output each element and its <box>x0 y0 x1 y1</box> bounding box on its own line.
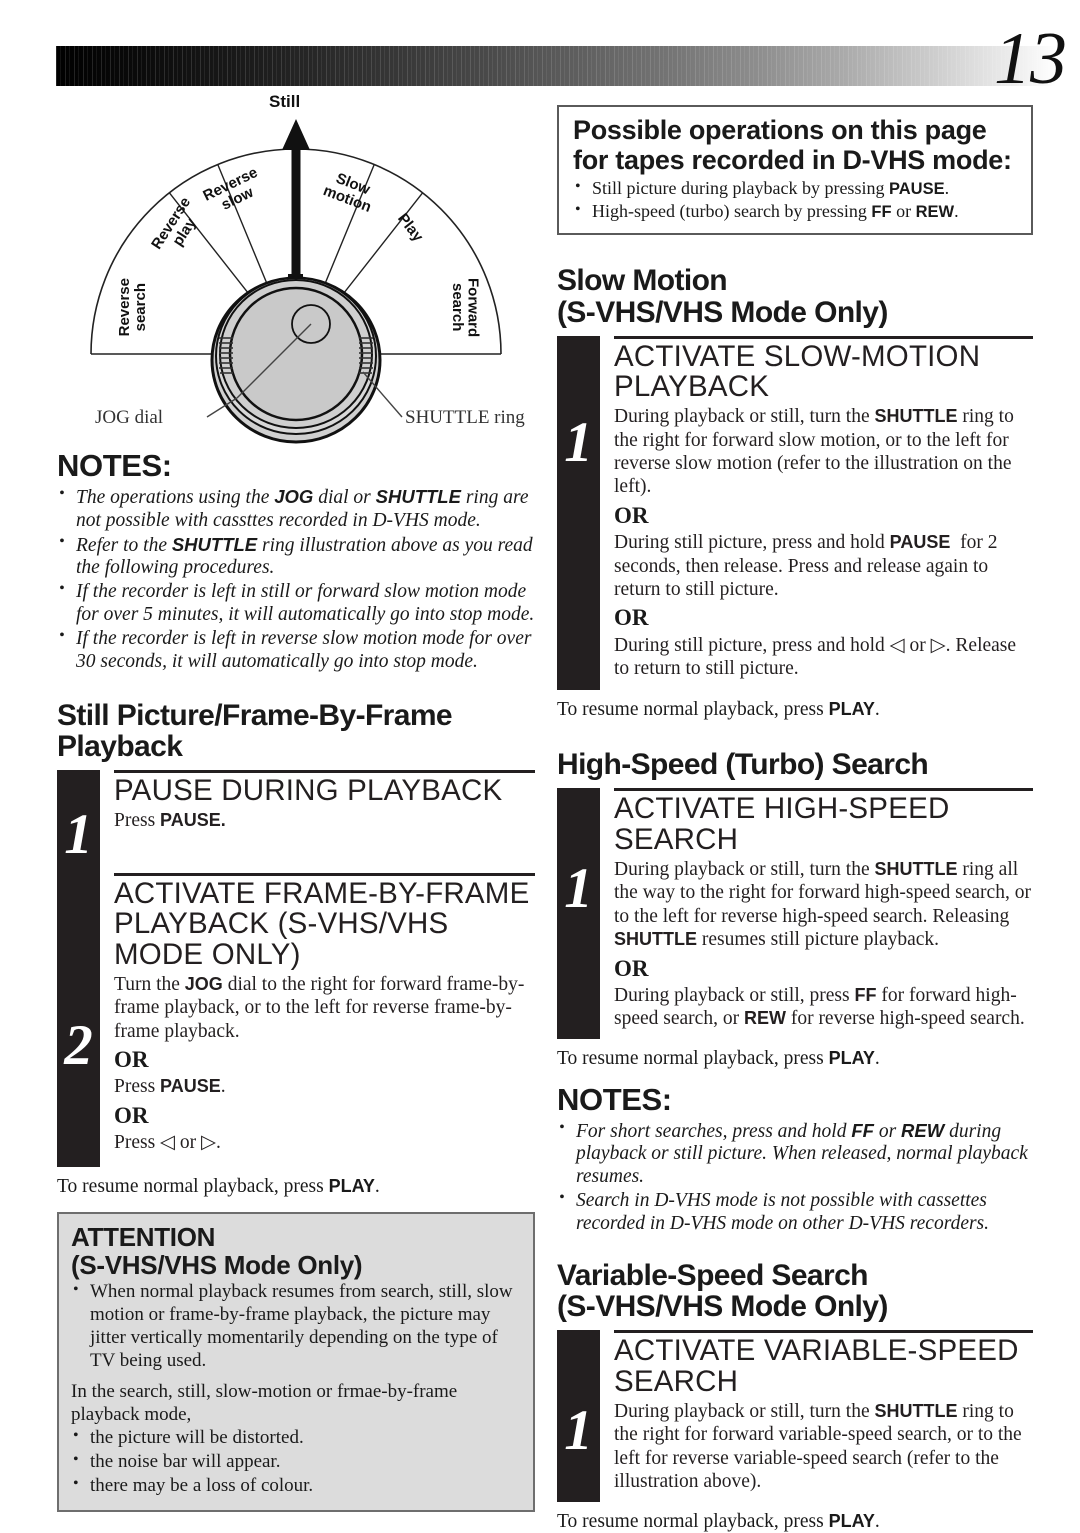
resume-note: To resume normal playback, press PLAY. <box>557 1047 880 1069</box>
step-title: PAUSE DURING PLAYBACK <box>114 770 535 806</box>
section-heading-high-speed: High-Speed (Turbo) Search <box>557 748 929 782</box>
list-item: Refer to the SHUTTLE ring illustration a… <box>57 533 535 581</box>
notes-left-list: The operations using the JOG dial or SHU… <box>57 485 535 674</box>
variable-speed-steps: 1 ACTIVATE VARIABLE-SPEED SEARCH During … <box>557 1330 1033 1502</box>
step-2: ACTIVATE FRAME-BY-FRAME PLAYBACK (S-VHS/… <box>114 872 535 1167</box>
step-body: Press PAUSE. <box>114 810 226 832</box>
left-column: Still Reverse search Reverse play Reverse… <box>57 92 535 1513</box>
step-number: 1 <box>64 803 93 867</box>
step-1: ACTIVATE HIGH-SPEED SEARCH During playba… <box>614 788 1033 1038</box>
or-label: OR <box>114 1047 149 1073</box>
callout-shuttle-ring: SHUTTLE ring <box>405 407 525 428</box>
or-label: OR <box>114 1102 149 1128</box>
section-heading-variable-speed-line1: Variable-Speed Search <box>557 1258 869 1292</box>
or-body: During still picture, press and hold ◁ o… <box>614 634 1017 680</box>
or-body: Press ◁ or ▷. <box>114 1132 221 1154</box>
still-picture-steps: 1 2 PAUSE DURING PLAYBACK Press PAUSE. A… <box>57 770 535 1167</box>
list-item: For short searches, press and hold FF or… <box>557 1119 1033 1189</box>
page-number: 13 <box>994 18 1067 100</box>
callout-jog-dial: JOG dial <box>95 407 164 428</box>
list-item: the noise bar will appear. <box>71 1450 521 1474</box>
resume-note: To resume normal playback, press PLAY. <box>57 1175 380 1197</box>
step-body: Turn the JOG dial to the right for forwa… <box>114 973 525 1042</box>
list-item: the picture will be distorted. <box>71 1426 521 1450</box>
step-number: 1 <box>564 1399 593 1463</box>
attention-box: ATTENTION (S-VHS/VHS Mode Only) When nor… <box>57 1211 535 1513</box>
notes-right-heading: NOTES: <box>557 1081 672 1117</box>
list-item: If the recorder is left in still or forw… <box>57 580 535 627</box>
attention-bullet-list-1: When normal playback resumes from search… <box>71 1280 521 1372</box>
or-body: During playback or still, press FF for f… <box>614 984 1025 1030</box>
list-item: When normal playback resumes from search… <box>71 1280 521 1372</box>
possible-operations-box: Possible operations on this page for tap… <box>557 105 1033 235</box>
possible-operations-heading: Possible operations on this page for tap… <box>573 115 1012 175</box>
attention-bullet-list-2: the picture will be distorted. the noise… <box>71 1426 521 1498</box>
section-heading-slow-motion-line1: Slow Motion <box>557 263 728 297</box>
list-item: Still picture during playback by pressin… <box>573 177 1018 200</box>
possible-operations-list: Still picture during playback by pressin… <box>573 177 1018 223</box>
step-title: ACTIVATE VARIABLE-SPEED SEARCH <box>614 1330 1033 1397</box>
resume-note: To resume normal playback, press PLAY. <box>557 699 880 721</box>
list-item: The operations using the JOG dial or SHU… <box>57 485 535 533</box>
step-number: 1 <box>564 410 593 474</box>
attention-intro: In the search, still, slow-motion or frm… <box>71 1381 458 1426</box>
right-column: Possible operations on this page for tap… <box>557 105 1033 1533</box>
step-number: 2 <box>64 1014 93 1078</box>
attention-heading-line2: (S-VHS/VHS Mode Only) <box>71 1249 363 1280</box>
resume-note: To resume normal playback, press PLAY. <box>557 1510 880 1532</box>
diagram-sector-reverse-search: Reverse search <box>116 278 149 337</box>
or-body: Press PAUSE. <box>114 1076 226 1098</box>
slow-motion-steps: 1 ACTIVATE SLOW-MOTION PLAYBACK During p… <box>557 335 1033 691</box>
or-label: OR <box>614 605 649 631</box>
header-stripes <box>56 46 1056 86</box>
step-title: ACTIVATE SLOW-MOTION PLAYBACK <box>614 335 1033 403</box>
step-number-bar: 1 <box>557 1330 600 1502</box>
list-item: If the recorder is left in reverse slow … <box>57 627 535 674</box>
step-title: ACTIVATE FRAME-BY-FRAME PLAYBACK (S-VHS/… <box>114 872 535 970</box>
list-item: High-speed (turbo) search by pressing FF… <box>573 200 1018 223</box>
list-item: Search in D-VHS mode is not possible wit… <box>557 1189 1033 1236</box>
section-heading-still-picture: Still Picture/Frame-By-Frame Playback <box>57 698 453 764</box>
step-body: During playback or still, turn the SHUTT… <box>614 1401 1022 1493</box>
diagram-sector-forward-search: Forward search <box>448 278 482 338</box>
step-body: During playback or still, turn the SHUTT… <box>614 406 1014 498</box>
or-label: OR <box>614 502 649 528</box>
step-number: 1 <box>564 857 593 921</box>
step-1: PAUSE DURING PLAYBACK Press PAUSE. <box>114 770 535 873</box>
diagram-label-still: Still <box>269 92 301 111</box>
step-number-bar: 1 <box>557 335 600 691</box>
step-number-bar: 1 2 <box>57 770 100 1167</box>
page-header-bar <box>56 46 1056 86</box>
step-1: ACTIVATE VARIABLE-SPEED SEARCH During pl… <box>614 1330 1033 1501</box>
section-heading-variable-speed-line2: (S-VHS/VHS Mode Only) <box>557 1290 888 1324</box>
high-speed-steps: 1 ACTIVATE HIGH-SPEED SEARCH During play… <box>557 788 1033 1039</box>
section-heading-slow-motion-line2: (S-VHS/VHS Mode Only) <box>557 295 888 329</box>
shuttle-ring-diagram: Still Reverse search Reverse play Reverse… <box>57 92 535 444</box>
or-label: OR <box>614 955 649 981</box>
step-title: ACTIVATE HIGH-SPEED SEARCH <box>614 788 1033 855</box>
step-number-bar: 1 <box>557 788 600 1039</box>
step-1: ACTIVATE SLOW-MOTION PLAYBACK During pla… <box>614 335 1033 691</box>
notes-right-list: For short searches, press and hold FF or… <box>557 1119 1033 1236</box>
notes-left-heading: NOTES: <box>57 448 172 483</box>
list-item: there may be a loss of colour. <box>71 1474 521 1498</box>
shuttle-diagram-svg <box>90 119 502 444</box>
step-body: During playback or still, turn the SHUTT… <box>614 858 1031 951</box>
or-body: During still picture, press and hold PAU… <box>614 532 998 600</box>
attention-heading-line1: ATTENTION <box>71 1221 216 1252</box>
